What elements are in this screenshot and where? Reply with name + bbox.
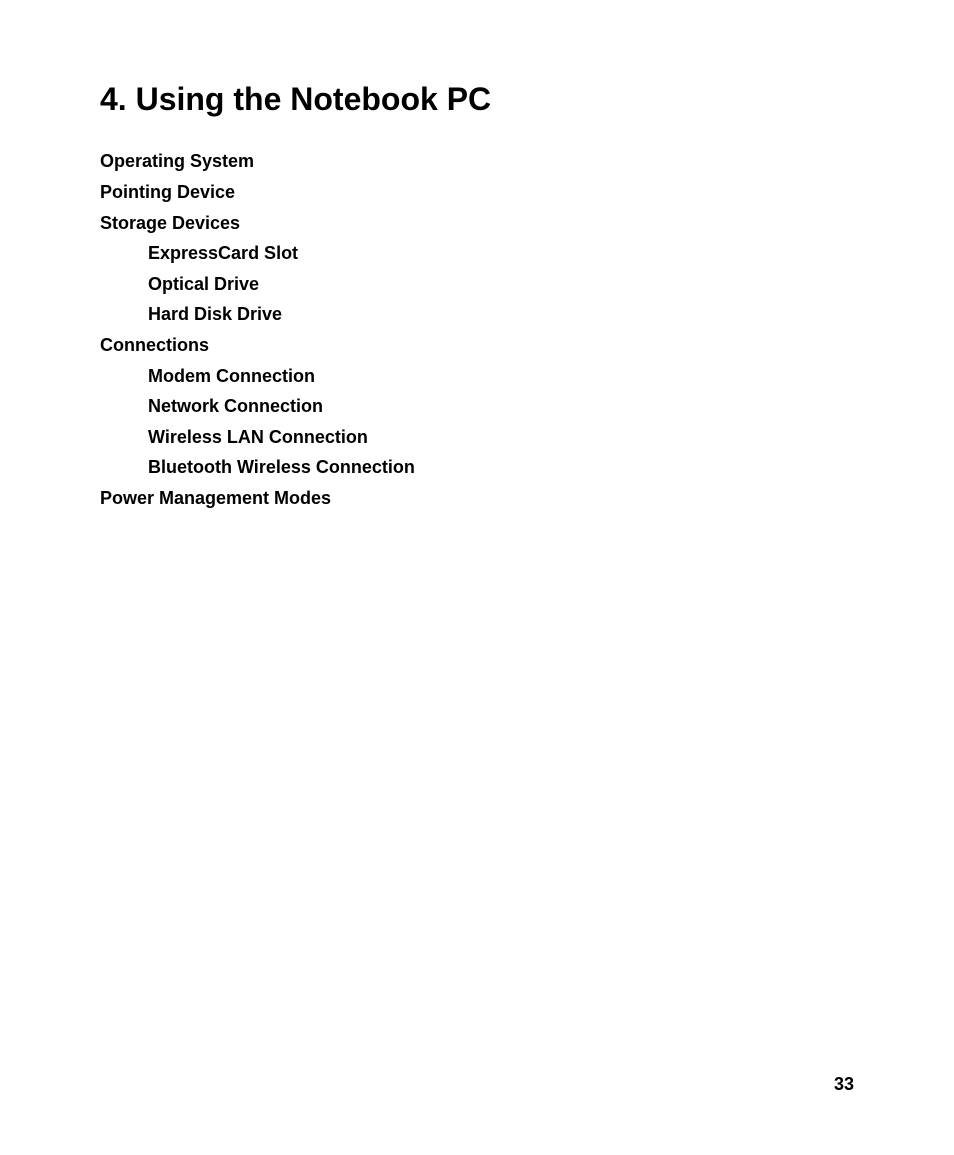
page-number: 33	[834, 1074, 854, 1095]
toc-item: ExpressCard Slot	[100, 238, 854, 269]
toc-item: Operating System	[100, 146, 854, 177]
toc-item: Connections	[100, 330, 854, 361]
toc-list: Operating SystemPointing DeviceStorage D…	[100, 146, 854, 513]
toc-item: Bluetooth Wireless Connection	[100, 452, 854, 483]
toc-item: Storage Devices	[100, 208, 854, 239]
toc-item: Optical Drive	[100, 269, 854, 300]
toc-item: Wireless LAN Connection	[100, 422, 854, 453]
toc-item: Power Management Modes	[100, 483, 854, 514]
toc-item: Network Connection	[100, 391, 854, 422]
chapter-title: 4. Using the Notebook PC	[100, 80, 854, 118]
page-content: 4. Using the Notebook PC Operating Syste…	[0, 0, 954, 594]
toc-item: Hard Disk Drive	[100, 299, 854, 330]
toc-item: Pointing Device	[100, 177, 854, 208]
toc-item: Modem Connection	[100, 361, 854, 392]
